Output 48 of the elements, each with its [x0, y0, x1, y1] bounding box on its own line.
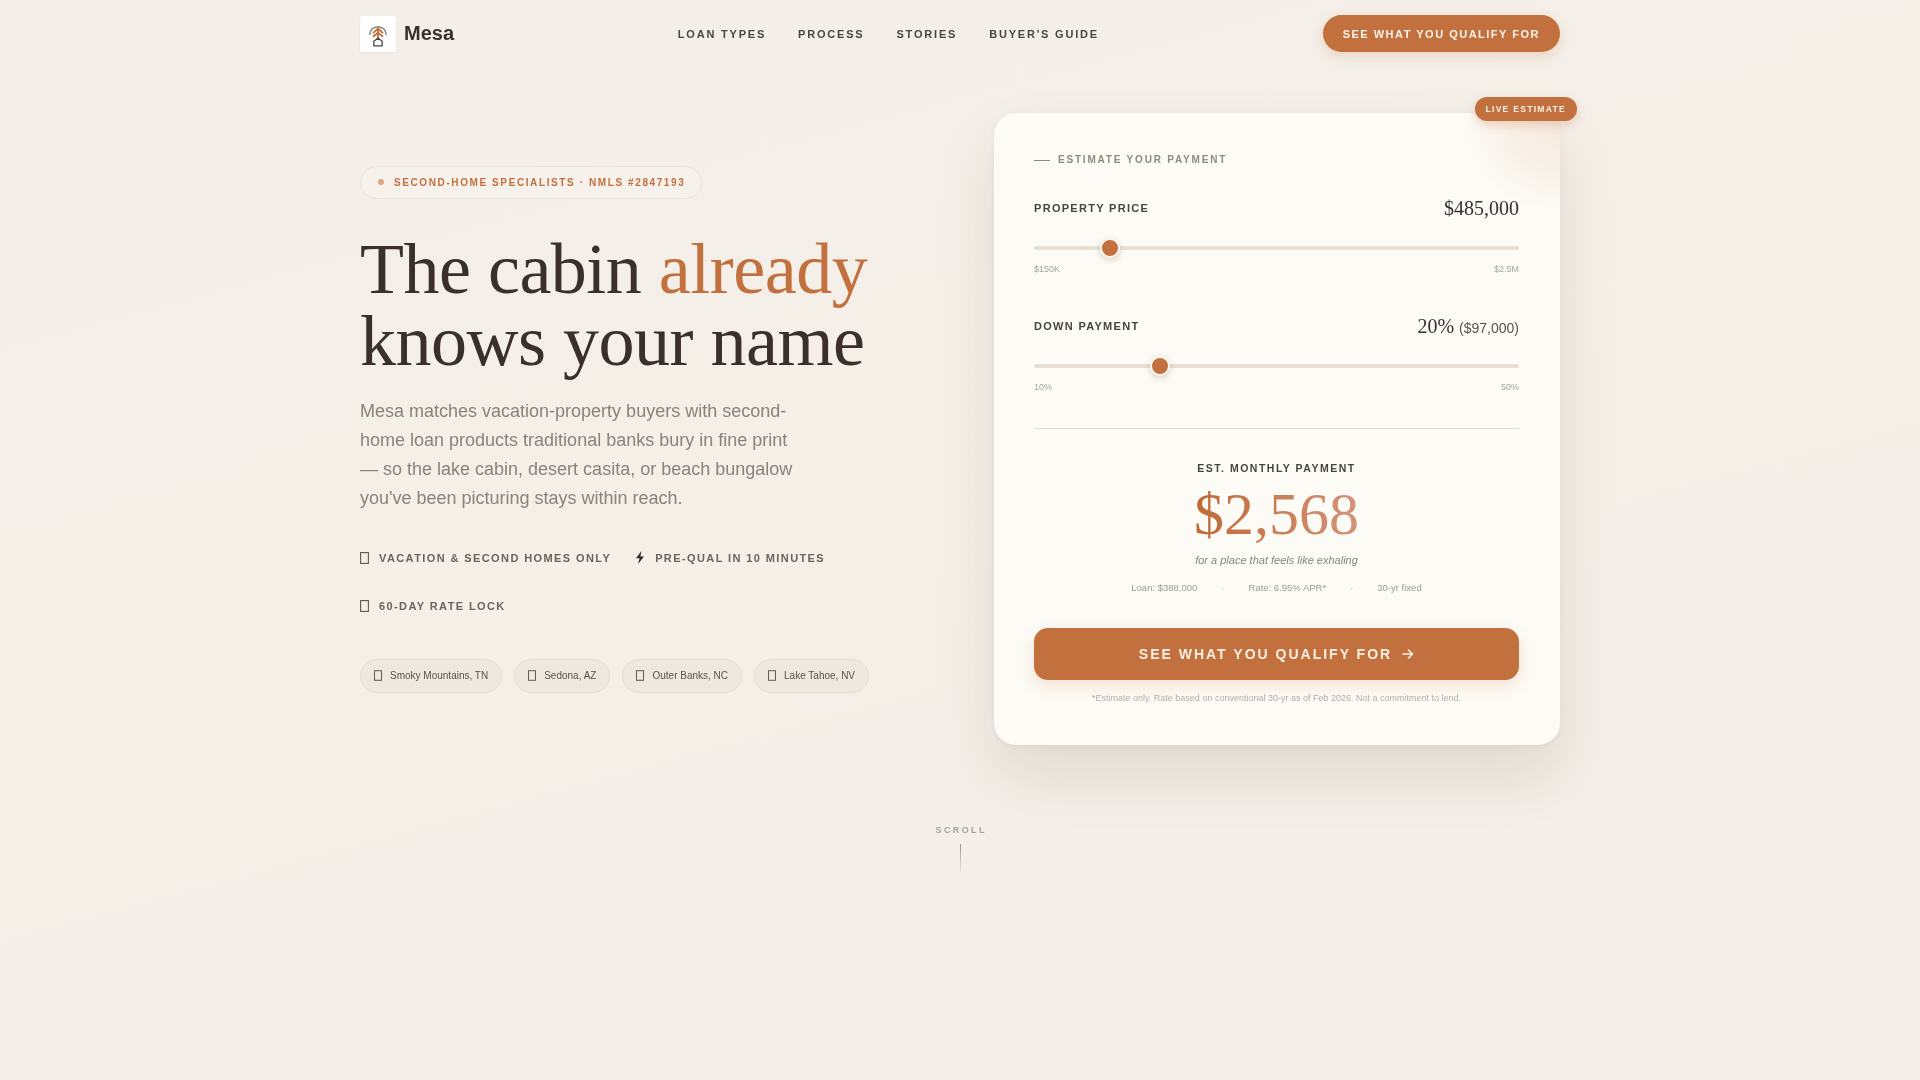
rectangle-icon — [360, 599, 369, 612]
rectangle-icon — [374, 670, 382, 681]
intro-paragraph: Mesa matches vacation-property buyers with second-home loan products traditional banks bury in fine print — so the lake cabin, desert casita, or beach bungalow you've been picturing stays within reach. — [360, 399, 794, 510]
location-label: Outer Banks, NC — [652, 670, 729, 681]
feature-label: PRE-QUAL IN 10 MINUTES — [655, 551, 826, 564]
detail-separator: · — [1350, 581, 1354, 595]
disclaimer: *Estimate only. Rate based on conventional 30-yr as of Feb 2026. Not a commitment to lend. — [1092, 692, 1461, 704]
range-max-label: $2.5M — [1494, 263, 1519, 275]
location-label: Lake Tahoe, NV — [784, 670, 856, 681]
feature-label: 60-DAY RATE LOCK — [379, 599, 506, 612]
nav-link[interactable]: LOAN TYPES — [677, 27, 767, 40]
loan-detail: 30-yr fixed — [1377, 581, 1422, 595]
detail-separator: · — [1221, 581, 1225, 595]
logo-icon[interactable] — [360, 15, 396, 52]
range-min-label: 10% — [1034, 381, 1052, 393]
eyebrow-text: ESTIMATE YOUR PAYMENT — [1058, 153, 1228, 167]
location-label: Smoky Mountains, TN — [390, 670, 489, 681]
dot-icon — [378, 179, 384, 185]
slider-value-note: ($97,000) — [1459, 319, 1519, 336]
arrow-right-icon — [1402, 648, 1415, 660]
slider-thumb[interactable] — [1100, 238, 1121, 258]
result-label: EST. MONTHLY PAYMENT — [1197, 461, 1356, 475]
feature-label: VACATION & SECOND HOMES ONLY — [379, 551, 612, 564]
badge-text: SECOND-HOME SPECIALISTS · NMLS #2847193 — [394, 176, 686, 188]
brand-name[interactable]: Mesa — [404, 22, 455, 45]
eyebrow-rule — [1034, 159, 1050, 161]
nav-link[interactable]: PROCESS — [798, 27, 865, 40]
slider-value: $485,000 — [1444, 196, 1519, 220]
loan-detail: Loan: $388,000 — [1131, 581, 1198, 595]
slider-label: DOWN PAYMENT — [1034, 320, 1140, 332]
rectangle-icon — [360, 551, 369, 564]
slider-label: PROPERTY PRICE — [1034, 202, 1150, 214]
tagline: for a place that feels like exhaling — [1195, 553, 1358, 568]
range-min-label: $150K — [1034, 263, 1061, 275]
scroll-line — [959, 844, 961, 872]
location-label: Sedona, AZ — [544, 670, 597, 681]
lightning-icon — [635, 551, 646, 564]
rectangle-icon — [636, 670, 645, 681]
range-max-label: 50% — [1501, 381, 1519, 393]
rectangle-icon — [528, 670, 537, 681]
loan-detail: Rate: 6.95% APR* — [1248, 581, 1327, 595]
slider-thumb[interactable] — [1150, 356, 1171, 376]
nav-link[interactable]: STORIES — [896, 27, 958, 40]
scroll-label: SCROLL — [934, 825, 987, 835]
live-estimate-badge: LIVE ESTIMATE — [1474, 97, 1577, 121]
slider-value: 20% — [1417, 314, 1455, 338]
nav-link[interactable]: BUYER'S GUIDE — [989, 27, 1099, 40]
rectangle-icon — [768, 670, 777, 681]
